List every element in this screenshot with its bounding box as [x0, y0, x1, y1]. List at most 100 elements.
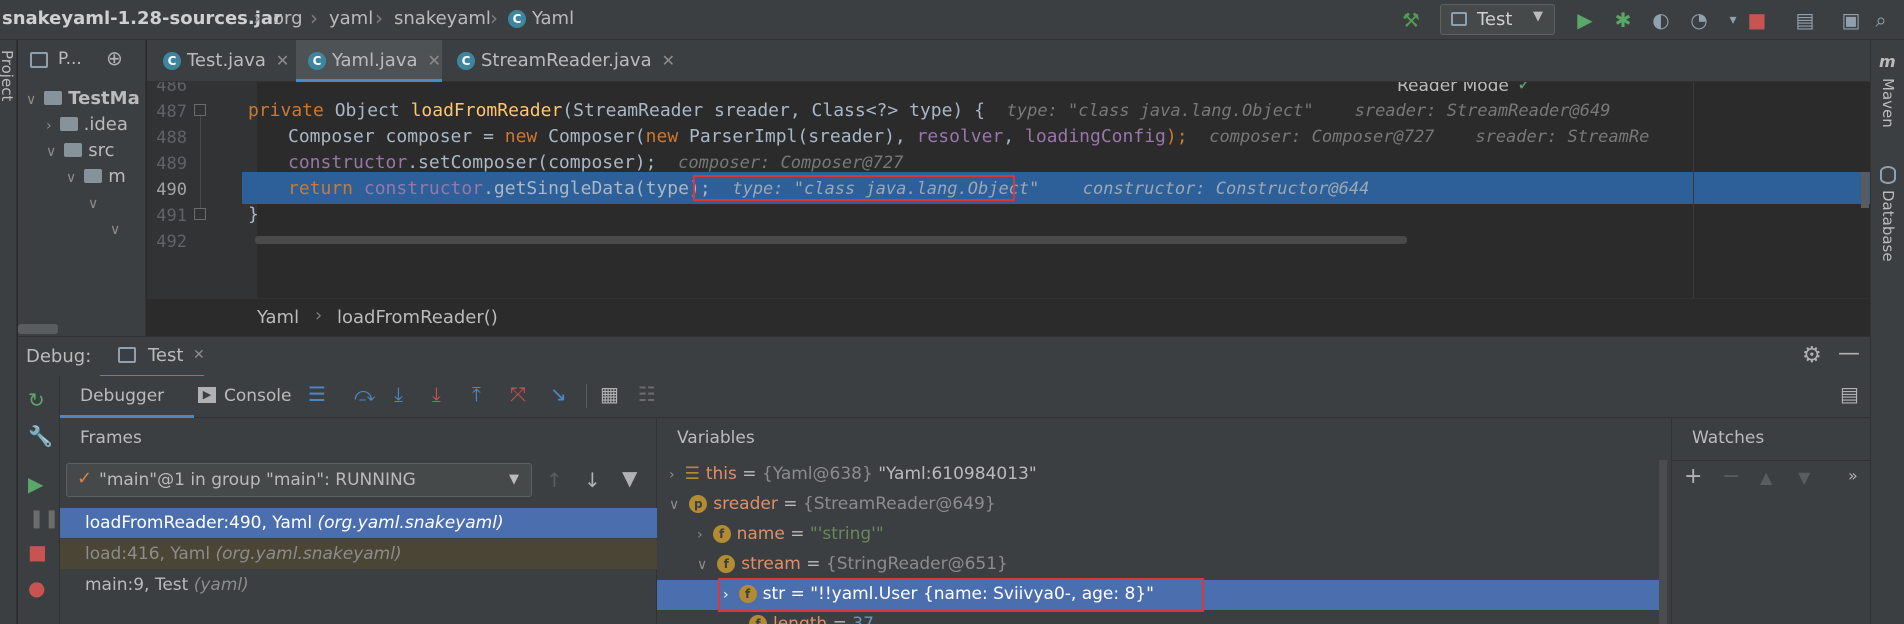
tree-label: TestMa: [68, 88, 140, 109]
move-down-icon[interactable]: ▼: [1798, 468, 1810, 487]
step-out-icon[interactable]: ⤒: [472, 382, 481, 406]
trace-icon[interactable]: ☷: [638, 382, 656, 406]
project-view-title[interactable]: P...: [58, 49, 82, 69]
breadcrumb-class[interactable]: Yaml: [257, 307, 299, 328]
toolbar-divider: [586, 384, 587, 408]
menu-icon[interactable]: ☰: [308, 382, 326, 406]
debug-title: Debug:: [26, 346, 92, 367]
profile-icon[interactable]: ◔: [1686, 8, 1712, 32]
navigation-bar: snakeyaml-1.28-sources.jar › org › yaml …: [0, 0, 1904, 40]
chevron-right-icon: ›: [315, 305, 323, 326]
frames-title: Frames: [80, 428, 142, 448]
move-up-icon[interactable]: ▲: [1760, 468, 1772, 487]
variable-row-length[interactable]: f length = 37: [657, 610, 1667, 624]
variable-row-stream[interactable]: ∨ f stream = {StringReader@651}: [657, 550, 1667, 580]
chevron-double-right-icon[interactable]: »: [1848, 466, 1858, 485]
breadcrumb-yaml[interactable]: yaml: [329, 8, 373, 29]
close-icon[interactable]: ✕: [276, 51, 289, 70]
close-icon[interactable]: ✕: [428, 51, 441, 70]
filter-icon[interactable]: ▼: [622, 466, 637, 490]
debug-session-tab[interactable]: Test: [148, 345, 183, 366]
frame-package: (org.yaml.snakeyaml): [317, 513, 504, 533]
stop-icon[interactable]: ■: [1744, 8, 1770, 32]
thread-select[interactable]: ✓ "main"@1 in group "main": RUNNING ▼: [66, 463, 532, 497]
tab-debugger[interactable]: Debugger: [80, 386, 164, 406]
minimize-icon[interactable]: —: [1838, 341, 1860, 366]
run-icon[interactable]: ▶: [1572, 8, 1598, 32]
frame-row[interactable]: loadFromReader:490, Yaml (org.yaml.snake…: [60, 508, 657, 538]
folder-icon: [44, 91, 63, 105]
debug-header: Debug: Test ✕ ⚙ —: [18, 336, 1870, 377]
close-icon[interactable]: ✕: [193, 347, 205, 363]
resume-icon[interactable]: ▶: [28, 472, 43, 496]
database-tool-window-button[interactable]: Database: [1879, 190, 1897, 262]
crosshair-icon[interactable]: ⊕: [106, 46, 123, 70]
arrow-up-icon[interactable]: ↑: [546, 468, 563, 492]
vertical-scrollbar[interactable]: [1659, 460, 1667, 624]
gear-icon[interactable]: ⚙: [1802, 343, 1822, 368]
debug-toolbar: Debugger ▶ Console ☰ ⤼ ⤓ ⤓ ⤒ ⤧ ↘ ▦ ☷ ▤: [18, 376, 1870, 418]
pause-icon[interactable]: ❚❚: [29, 508, 59, 529]
search-icon[interactable]: ⌕: [1868, 8, 1894, 32]
tree-row-main[interactable]: ∨ m: [66, 166, 126, 192]
rerun-icon[interactable]: ↻: [28, 388, 45, 412]
horizontal-scrollbar[interactable]: [18, 324, 58, 334]
stop-icon[interactable]: ■: [28, 540, 47, 564]
build-hammer-icon[interactable]: ⚒: [1398, 8, 1424, 32]
breadcrumb-org[interactable]: org: [273, 8, 303, 29]
reader-mode-toggle[interactable]: Reader Mode: [1397, 82, 1509, 96]
variable-row-this[interactable]: › ☰ this = {Yaml@638} "Yaml:610984013": [657, 460, 1667, 490]
remove-icon[interactable]: −: [1722, 464, 1740, 489]
tab-console[interactable]: Console: [224, 386, 292, 406]
frame-row[interactable]: load:416, Yaml (org.yaml.snakeyaml): [60, 539, 657, 569]
run-config-label: Test: [1477, 9, 1513, 30]
tab-yaml-java[interactable]: C Yaml.java ✕: [296, 40, 442, 82]
tree-row-src[interactable]: ∨ src: [46, 140, 115, 166]
debug-bug-icon[interactable]: ✱: [1610, 8, 1636, 32]
tree-row-root[interactable]: ∨ TestMa: [26, 88, 140, 114]
project-tool-window-button[interactable]: Project: [0, 50, 16, 101]
breadcrumb-class[interactable]: Yaml: [532, 8, 574, 29]
project-structure-icon[interactable]: ▤: [1792, 8, 1818, 32]
run-configuration-select[interactable]: Test ▼: [1440, 4, 1555, 35]
coverage-icon[interactable]: ◐: [1648, 8, 1674, 32]
chevron-down-icon: ∨: [88, 196, 99, 212]
variable-row-name[interactable]: › f name = "'string'": [657, 520, 1667, 550]
tab-test-java[interactable]: C Test.java ✕: [147, 40, 295, 82]
maven-tool-window-button[interactable]: Maven: [1879, 78, 1897, 128]
tree-row-idea[interactable]: › .idea: [46, 114, 128, 140]
presentation-icon[interactable]: ▣: [1838, 8, 1864, 32]
variable-row-sreader[interactable]: ∨ p sreader = {StreamReader@649}: [657, 490, 1667, 520]
database-icon: [1880, 166, 1896, 184]
chevron-down-icon[interactable]: ▾: [1720, 8, 1746, 32]
breadcrumb-method[interactable]: loadFromReader(): [337, 307, 498, 328]
right-tool-strip: m Maven Database: [1870, 40, 1904, 624]
fold-icon[interactable]: [194, 104, 206, 116]
drop-frame-icon[interactable]: ⤧: [510, 382, 526, 406]
frame-row[interactable]: main:9, Test (yaml): [60, 570, 657, 600]
editor-breadcrumb: Yaml › loadFromReader(): [147, 298, 1870, 336]
step-over-icon[interactable]: ⤼: [354, 382, 375, 406]
horizontal-scrollbar[interactable]: [255, 236, 1407, 244]
view-breakpoints-icon[interactable]: ●: [28, 576, 45, 600]
tab-streamreader-java[interactable]: C StreamReader.java ✕: [443, 40, 675, 82]
code-editor[interactable]: 486 487 488 489 490 491 492 Reader Mode …: [147, 82, 1870, 298]
arrow-down-icon[interactable]: ↓: [584, 468, 601, 492]
tree-row-collapsed[interactable]: ∨: [110, 218, 120, 244]
breadcrumb-snakeyaml[interactable]: snakeyaml: [394, 8, 491, 29]
divider: [1672, 460, 1870, 461]
wrench-icon[interactable]: 🔧: [28, 424, 53, 448]
close-icon[interactable]: ✕: [662, 51, 675, 70]
add-icon[interactable]: +: [1684, 464, 1702, 489]
tree-row-collapsed[interactable]: ∨: [88, 192, 98, 218]
chevron-down-icon: ∨: [697, 557, 708, 573]
force-step-into-icon[interactable]: ⤓: [432, 382, 441, 406]
breadcrumb-jar[interactable]: snakeyaml-1.28-sources.jar: [2, 8, 282, 29]
run-to-cursor-icon[interactable]: ↘: [550, 382, 567, 406]
fold-icon[interactable]: [194, 208, 206, 220]
vertical-scrollbar[interactable]: [1861, 172, 1869, 208]
evaluate-expression-icon[interactable]: ▦: [600, 382, 619, 406]
step-into-icon[interactable]: ⤓: [394, 382, 403, 406]
class-icon: C: [508, 10, 526, 28]
layout-icon[interactable]: ▤: [1840, 382, 1859, 406]
